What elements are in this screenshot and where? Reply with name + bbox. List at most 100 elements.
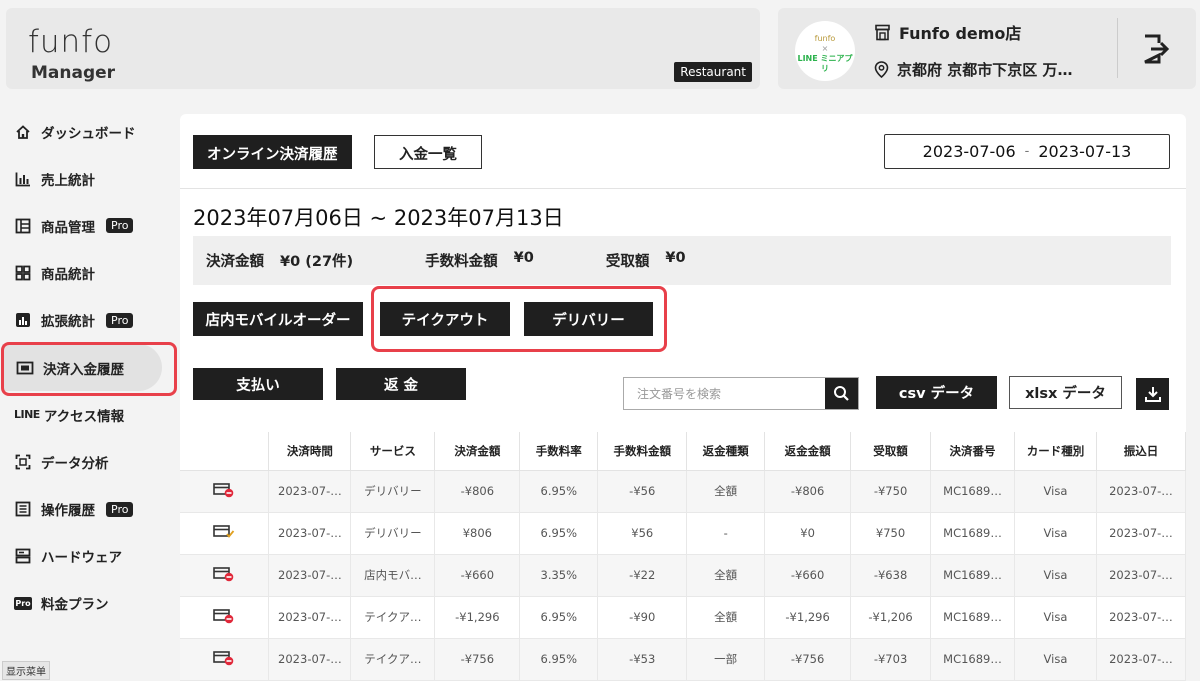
- summary-received-label: 受取額: [605, 254, 650, 270]
- sidebar-item-dashboard[interactable]: ダッシュボード: [0, 108, 176, 155]
- table-header[interactable]: 決済時間: [268, 432, 352, 471]
- download-button[interactable]: [1136, 378, 1169, 410]
- table-cell: 全額: [686, 553, 766, 597]
- payment-filter-button[interactable]: 支払い: [193, 368, 323, 400]
- store-address: 京都府 京都市下京区 万…: [897, 61, 1073, 79]
- csv-export-button[interactable]: csv データ: [876, 376, 997, 409]
- table-cell: 6.95%: [519, 511, 599, 555]
- table-cell: MC1689…: [930, 553, 1015, 597]
- sidebar-item-access-info[interactable]: LINE アクセス情報: [0, 391, 176, 438]
- refund-card-icon: [213, 566, 235, 585]
- table-header[interactable]: サービス: [350, 432, 436, 471]
- table-row[interactable]: 2023-07-… テイクア… -¥1,296 6.95% -¥90 全額 -¥1,296-…: [180, 595, 1187, 639]
- sidebar-item-label: アクセス情報: [43, 408, 125, 425]
- sidebar-item-extended-stats[interactable]: 拡張統計 Pro: [0, 297, 176, 344]
- summary-amount-value: ¥0 (27件): [280, 254, 354, 270]
- avatar-line-2: ×: [821, 44, 829, 53]
- table-cell: -¥750: [850, 469, 932, 513]
- paid-card-icon: [213, 524, 235, 543]
- grid-icon: [14, 264, 32, 282]
- pro-icon: Pro: [14, 594, 32, 612]
- avatar-line-1: funfo: [814, 34, 836, 43]
- home-icon: [14, 123, 32, 141]
- table-header[interactable]: 決済番号: [930, 432, 1015, 471]
- sidebar-item-label: ハードウェア: [41, 550, 122, 567]
- table-header[interactable]: 振込日: [1095, 432, 1187, 471]
- table-cell: -¥638: [850, 553, 932, 597]
- table-header[interactable]: 手数料金額: [597, 432, 688, 471]
- table-cell: -¥806: [434, 469, 521, 513]
- store-avatar[interactable]: funfo × LINE ミニアプリ: [795, 21, 855, 81]
- period-title: 2023年07月06日 ~ 2023年07月13日: [193, 206, 564, 230]
- store-icon: [875, 24, 890, 40]
- sidebar-item-label: ダッシュボード: [41, 125, 136, 142]
- logout-icon[interactable]: [1142, 33, 1170, 65]
- table-header[interactable]: 返金金額: [764, 432, 852, 471]
- logo-manager-text: Manager: [31, 63, 116, 83]
- date-end: 2023-07-13: [1038, 142, 1132, 161]
- date-range-picker[interactable]: 2023-07-06 - 2023-07-13: [884, 134, 1170, 169]
- header-logo-panel: funfo Manager Restaurant: [6, 8, 760, 89]
- table-cell: 6.95%: [519, 637, 599, 681]
- store-info-panel: funfo × LINE ミニアプリ Funfo demo店 京都府 京都市下京…: [778, 8, 1196, 89]
- show-menu-button[interactable]: 显示菜单: [2, 661, 50, 680]
- table-row[interactable]: 2023-07-… 店内モバ… -¥660 3.35% -¥22 全額 -¥660 -¥638…: [180, 553, 1187, 597]
- sidebar-item-hardware[interactable]: ハードウェア: [0, 533, 176, 580]
- table-row[interactable]: 2023-07-… デリバリー ¥806 6.95% ¥56- ¥0 ¥750 MC1689……: [180, 511, 1187, 555]
- table-cell: -¥660: [434, 553, 521, 597]
- refund-card-icon: [213, 482, 235, 501]
- sidebar-item-pricing-plan[interactable]: Pro 料金プラン: [0, 580, 176, 627]
- pro-icon-text: Pro: [14, 596, 32, 610]
- table-cell: -: [686, 511, 766, 555]
- refund-card-icon: [213, 650, 235, 669]
- sidebar-item-product-management[interactable]: 商品管理 Pro: [0, 202, 176, 249]
- table-cell: 全額: [686, 595, 766, 639]
- section-divider: [180, 188, 1186, 189]
- scan-icon: [14, 453, 32, 471]
- sidebar-item-label: 売上統計: [41, 172, 95, 189]
- tab-online-payment-history[interactable]: オンライン決済履歴: [193, 135, 352, 169]
- sidebar-item-label: 操作履歴: [41, 503, 95, 520]
- order-search: 注文番号を検索: [623, 377, 859, 410]
- sidebar-item-sales-stats[interactable]: 売上統計: [0, 155, 176, 202]
- sidebar-item-label: 拡張統計: [41, 314, 95, 331]
- store-name: Funfo demo店: [899, 24, 1022, 43]
- table-cell: MC1689…: [930, 469, 1015, 513]
- xlsx-export-button[interactable]: xlsx データ: [1009, 376, 1122, 409]
- sidebar-highlight-box: [1, 342, 177, 396]
- table-cell: MC1689…: [930, 637, 1015, 681]
- store-address-row: 京都府 京都市下京区 万…: [874, 59, 1072, 80]
- table-cell: 2023-07-…: [268, 637, 352, 681]
- table-header[interactable]: 返金種類: [686, 432, 766, 471]
- search-button[interactable]: [825, 378, 858, 409]
- status-cell: [180, 595, 270, 639]
- pro-badge: Pro: [106, 312, 134, 328]
- download-icon: [1144, 387, 1161, 402]
- sidebar-item-data-analysis[interactable]: データ分析: [0, 438, 176, 485]
- table-row[interactable]: 2023-07-… デリバリー -¥806 6.95% -¥56 全額 -¥806 -¥750…: [180, 469, 1187, 513]
- payment-table: 決済時間 サービス 決済金額 手数料率 手数料金額 返金種類 返金金額 受取額 …: [180, 432, 1187, 681]
- table-header[interactable]: 決済金額: [434, 432, 521, 471]
- sidebar-item-operation-history[interactable]: 操作履歴 Pro: [0, 486, 176, 533]
- service-highlight-box: [371, 286, 667, 352]
- table-cell: テイクア…: [350, 595, 436, 639]
- table-cell: -¥703: [850, 637, 932, 681]
- refund-filter-button[interactable]: 返 金: [336, 368, 466, 400]
- search-input[interactable]: 注文番号を検索: [624, 378, 825, 409]
- table-cell: 2023-07-…: [1095, 553, 1187, 597]
- table-header[interactable]: 受取額: [850, 432, 932, 471]
- summary-bar: 決済金額 ¥0 (27件) 手数料金額 ¥0 受取額 ¥0: [193, 236, 1171, 285]
- table-cell: 2023-07-…: [1095, 469, 1187, 513]
- table-cell: -¥53: [597, 637, 688, 681]
- tab-deposit-list[interactable]: 入金一覧: [374, 135, 482, 169]
- table-cell: ¥0: [764, 511, 852, 555]
- table-cell: 一部: [686, 637, 766, 681]
- sidebar-item-product-stats[interactable]: 商品統計: [0, 250, 176, 297]
- table-cell: -¥806: [764, 469, 852, 513]
- table-header[interactable]: カード種別: [1014, 432, 1097, 471]
- table-header[interactable]: 手数料率: [519, 432, 599, 471]
- service-filter-mobile-order[interactable]: 店内モバイルオーダー: [193, 302, 363, 336]
- table-cell: Visa: [1014, 553, 1097, 597]
- bar-chart-icon: [14, 170, 32, 188]
- table-row[interactable]: 2023-07-… テイクア… -¥756 6.95% -¥53 一部 -¥756 -¥703…: [180, 637, 1187, 681]
